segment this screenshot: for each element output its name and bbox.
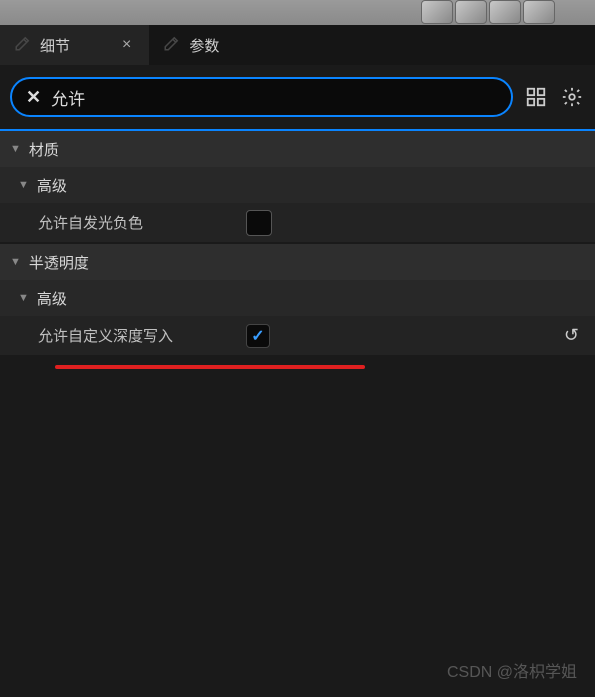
property-emissive-negative-label: 允许自发光负色 (0, 212, 230, 233)
tab-details-label: 细节 (40, 35, 70, 56)
checkbox-custom-depth-write[interactable]: ✓ (246, 324, 270, 348)
close-icon[interactable]: × (118, 36, 135, 54)
property-emissive-negative: 允许自发光负色 (0, 203, 595, 243)
category-translucency-label: 半透明度 (29, 252, 89, 273)
chevron-down-icon: ▼ (10, 256, 21, 268)
tab-params[interactable]: 参数 (149, 25, 233, 65)
search-text: 允许 (51, 85, 497, 110)
viewport-mode-icons (421, 0, 555, 24)
panel-tabs: 细节 × 参数 (0, 25, 595, 65)
pencil-icon (163, 34, 181, 56)
category-advanced1-header[interactable]: ▼ 高级 (0, 167, 595, 203)
tab-params-label: 参数 (189, 35, 219, 56)
empty-area (0, 357, 595, 697)
search-input[interactable]: ✕ 允许 (10, 77, 513, 117)
viewport-toolbar (0, 0, 595, 25)
property-custom-depth-write: 允许自定义深度写入 ✓ ↺ (0, 316, 595, 356)
chevron-down-icon: ▼ (10, 143, 21, 155)
category-translucency-header[interactable]: ▼ 半透明度 (0, 244, 595, 280)
category-material-label: 材质 (29, 139, 59, 160)
tab-details[interactable]: 细节 × (0, 25, 149, 65)
search-row: ✕ 允许 (0, 65, 595, 129)
details-panel: ▼ 材质 ▼ 高级 允许自发光负色 ▼ 半透明度 ▼ 高级 允许自定义深度写入 (0, 129, 595, 694)
check-icon: ✓ (251, 326, 264, 346)
category-translucency: ▼ 半透明度 ▼ 高级 允许自定义深度写入 ✓ ↺ (0, 244, 595, 357)
category-material: ▼ 材质 ▼ 高级 允许自发光负色 (0, 131, 595, 244)
property-custom-depth-write-value: ✓ (230, 324, 595, 348)
pencil-icon (14, 34, 32, 56)
viewport-sphere-icon[interactable] (421, 0, 453, 24)
annotation-underline (55, 365, 365, 369)
property-emissive-negative-value (230, 210, 595, 236)
gear-icon[interactable] (559, 84, 585, 110)
category-advanced1-label: 高级 (37, 175, 67, 196)
clear-search-icon[interactable]: ✕ (26, 87, 41, 108)
viewport-cylinder-icon[interactable] (455, 0, 487, 24)
grid-view-icon[interactable] (523, 84, 549, 110)
watermark: CSDN @洛枳学姐 (447, 658, 577, 682)
property-custom-depth-write-label: 允许自定义深度写入 (0, 325, 230, 346)
category-advanced2-header[interactable]: ▼ 高级 (0, 280, 595, 316)
viewport-cube-icon[interactable] (489, 0, 521, 24)
category-advanced2-label: 高级 (37, 288, 67, 309)
chevron-down-icon: ▼ (18, 292, 29, 304)
color-swatch[interactable] (246, 210, 272, 236)
viewport-plane-icon[interactable] (523, 0, 555, 24)
chevron-down-icon: ▼ (18, 179, 29, 191)
reset-to-default-icon[interactable]: ↺ (564, 325, 579, 346)
category-material-header[interactable]: ▼ 材质 (0, 131, 595, 167)
